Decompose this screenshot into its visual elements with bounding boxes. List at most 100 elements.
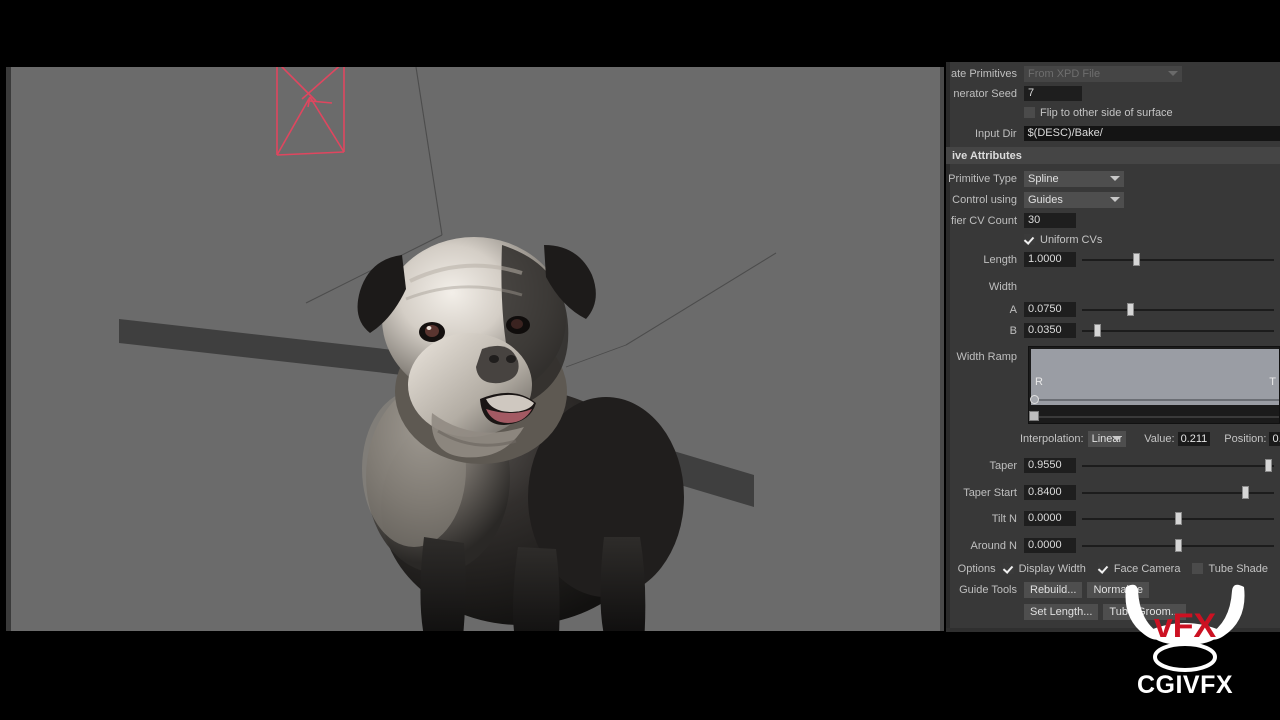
row-tilt-n: Tilt N 0.0000 — [946, 508, 1280, 529]
face-camera-checkbox[interactable]: Face Camera — [1097, 563, 1180, 575]
slider-knob[interactable] — [1242, 486, 1250, 499]
3d-viewport[interactable] — [6, 67, 944, 631]
flip-label: Flip to other side of surface — [1040, 106, 1173, 119]
ramp-left-marker: R — [1035, 376, 1043, 388]
row-guide-tools-2: Set Length... Tube Groom... — [946, 601, 1280, 622]
taper-start-label: Taper Start — [963, 486, 1017, 499]
ramp-control-point[interactable] — [1030, 395, 1039, 404]
control-using-value: Guides — [1028, 193, 1063, 206]
width-ramp-widget[interactable]: R T — [1028, 346, 1280, 424]
rebuild-button[interactable]: Rebuild... — [1024, 581, 1083, 598]
light-gizmo[interactable] — [274, 67, 352, 227]
row-length: Length 1.0000 — [946, 249, 1280, 270]
slider-knob[interactable] — [1094, 324, 1102, 337]
display-width-label: Display Width — [1018, 562, 1086, 575]
around-n-input[interactable]: 0.0000 — [1024, 538, 1076, 553]
checkbox-box-icon — [1024, 107, 1035, 118]
ramp-position-handle[interactable] — [1029, 411, 1039, 421]
length-input[interactable]: 1.0000 — [1024, 252, 1076, 267]
taper-input[interactable]: 0.9550 — [1024, 458, 1076, 473]
row-input-dir: Input Dir $(DESC)/Bake/ — [946, 123, 1280, 144]
cv-count-input[interactable]: 30 — [1024, 213, 1076, 228]
row-flip-surface: Flip to other side of surface — [946, 102, 1280, 123]
chevron-down-icon — [1168, 70, 1178, 76]
create-primitives-value: From XPD File — [1028, 67, 1101, 80]
row-taper: Taper 0.9550 — [946, 455, 1280, 476]
create-primitives-label: ate Primitives — [950, 67, 1017, 80]
length-label: Length — [983, 253, 1017, 266]
input-dir-label: Input Dir — [974, 127, 1017, 140]
ramp-value-label: Value: — [1144, 432, 1175, 445]
slider-knob[interactable] — [1132, 253, 1140, 266]
around-n-slider[interactable] — [1082, 538, 1274, 553]
slider-track — [1082, 309, 1274, 311]
checkmark-icon — [1002, 563, 1014, 574]
row-primitive-type: Primitive Type Spline — [946, 168, 1280, 189]
primitive-type-value: Spline — [1028, 172, 1059, 185]
tube-groom-button[interactable]: Tube Groom... — [1103, 603, 1186, 620]
generator-seed-input[interactable]: 7 — [1024, 86, 1082, 101]
width-b-input[interactable]: 0.0350 — [1024, 323, 1076, 338]
uniform-cvs-checkbox[interactable]: Uniform CVs — [1024, 234, 1102, 246]
flip-to-other-side-checkbox[interactable]: Flip to other side of surface — [1024, 107, 1173, 119]
bulldog-3d-model[interactable] — [306, 207, 726, 631]
tilt-n-label: Tilt N — [991, 512, 1017, 525]
watermark-bottom-text: CGIVFX — [1137, 671, 1233, 699]
row-taper-start: Taper Start 0.8400 — [946, 482, 1280, 503]
ramp-controls-bar: Interpolation: Linear Value: 0.211 Posit… — [1020, 430, 1280, 447]
slider-knob[interactable] — [1265, 459, 1273, 472]
row-guide-tools: Guide Tools Rebuild... Normalize — [946, 579, 1280, 600]
row-width-group: Width — [946, 276, 1280, 297]
slider-knob[interactable] — [1127, 303, 1134, 316]
taper-slider[interactable] — [1082, 458, 1274, 473]
checkmark-icon — [1097, 563, 1109, 574]
checkbox-box-icon — [1192, 563, 1204, 574]
interpolation-dropdown[interactable]: Linear — [1087, 430, 1127, 447]
slider-knob[interactable] — [1175, 539, 1182, 552]
ramp-handle-bar — [1031, 416, 1279, 418]
row-cv-count: fier CV Count 30 — [946, 210, 1280, 231]
row-generator-seed: nerator Seed 7 — [946, 83, 1280, 104]
taper-start-slider[interactable] — [1082, 485, 1274, 500]
interpolation-label: Interpolation: — [1020, 432, 1084, 445]
set-length-button[interactable]: Set Length... — [1024, 603, 1099, 620]
primitive-type-label: Primitive Type — [948, 172, 1017, 185]
chevron-down-icon — [1112, 435, 1123, 441]
ramp-right-marker: T — [1269, 376, 1276, 388]
chevron-down-icon — [1110, 196, 1120, 202]
primitive-type-dropdown[interactable]: Spline — [1024, 170, 1124, 187]
slider-knob[interactable] — [1175, 512, 1182, 525]
tube-shade-checkbox[interactable]: Tube Shade — [1192, 563, 1268, 575]
tilt-n-input[interactable]: 0.0000 — [1024, 511, 1076, 526]
width-b-slider[interactable] — [1082, 323, 1274, 338]
taper-label: Taper — [989, 459, 1017, 472]
row-around-n: Around N 0.0000 — [946, 535, 1280, 556]
slider-track — [1082, 330, 1274, 332]
chevron-down-icon — [1110, 175, 1120, 181]
options-label: Options — [957, 562, 996, 575]
width-a-slider[interactable] — [1082, 302, 1274, 317]
create-primitives-dropdown[interactable]: From XPD File — [1024, 65, 1182, 82]
tilt-n-slider[interactable] — [1082, 511, 1274, 526]
input-dir-input[interactable]: $(DESC)/Bake/ — [1023, 126, 1280, 141]
width-a-input[interactable]: 0.0750 — [1024, 302, 1076, 317]
row-create-primitives: ate Primitives From XPD File — [946, 63, 1280, 84]
normalize-button[interactable]: Normalize — [1087, 581, 1149, 598]
ramp-fill — [1031, 349, 1279, 405]
ramp-curve — [1031, 399, 1279, 401]
ramp-position-input[interactable]: 0.000 — [1269, 431, 1280, 446]
row-options: Options Display Width Face Camera Tube S… — [946, 558, 1280, 579]
ramp-value-input[interactable]: 0.211 — [1177, 431, 1211, 446]
cv-count-label: fier CV Count — [950, 214, 1017, 227]
slider-track — [1082, 259, 1274, 261]
width-group-label: Width — [988, 280, 1017, 293]
checkmark-icon — [1024, 234, 1035, 245]
control-using-dropdown[interactable]: Guides — [1024, 191, 1124, 208]
length-slider[interactable] — [1082, 252, 1274, 267]
taper-start-input[interactable]: 0.8400 — [1024, 485, 1076, 500]
width-a-label: A — [1009, 303, 1017, 316]
display-width-checkbox[interactable]: Display Width — [1002, 562, 1086, 575]
slider-track — [1082, 465, 1274, 467]
width-b-label: B — [1009, 324, 1017, 337]
width-ramp-label: Width Ramp — [956, 350, 1017, 363]
